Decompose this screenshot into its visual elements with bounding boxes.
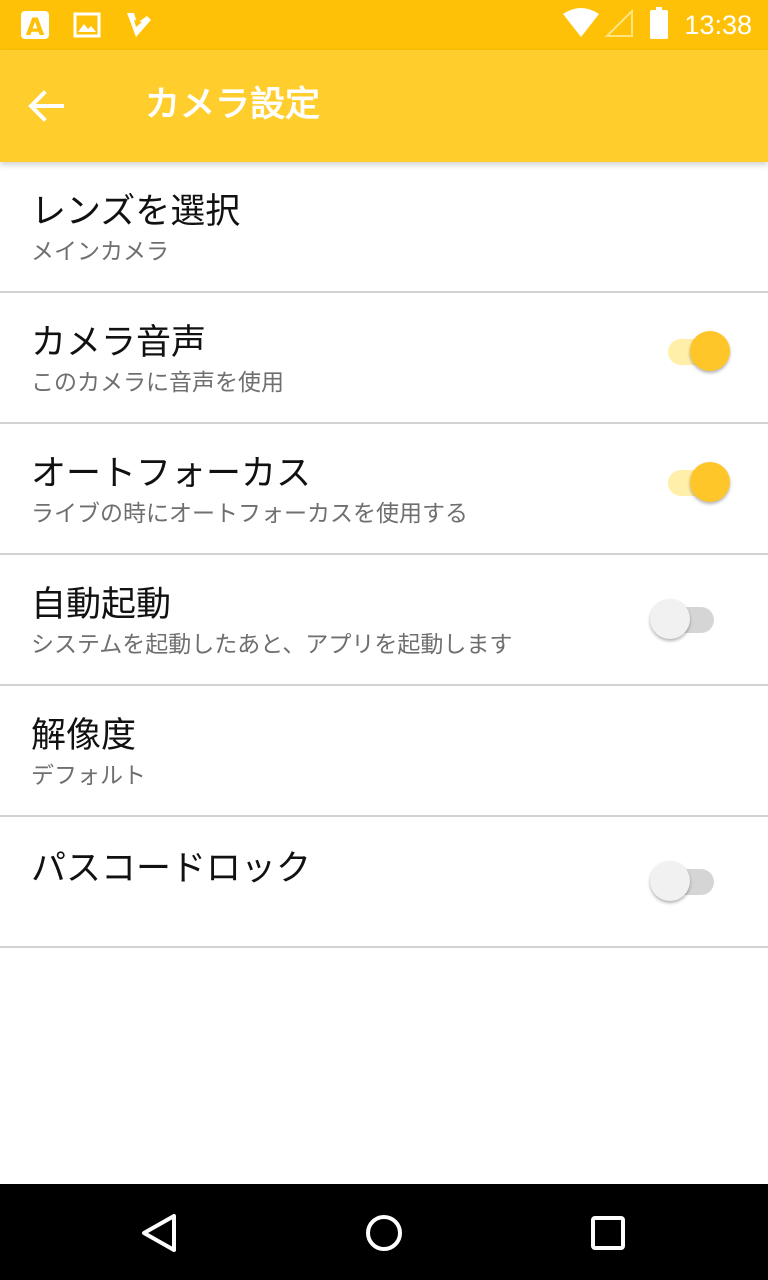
home-circle-icon — [366, 1215, 402, 1251]
svg-text:A: A — [26, 13, 45, 40]
image-icon — [72, 10, 102, 40]
setting-summary: このカメラに音声を使用 — [31, 370, 284, 396]
setting-summary: デフォルト — [31, 763, 146, 789]
switch-thumb — [650, 861, 690, 901]
app-bar: カメラ設定 — [0, 50, 768, 162]
autofocus-switch[interactable] — [660, 458, 730, 508]
camera-sound-switch[interactable] — [660, 327, 730, 377]
settings-list: レンズを選択 メインカメラ カメラ音声 このカメラに音声を使用 オートフォーカス… — [0, 162, 768, 948]
setting-title: 自動起動 — [31, 585, 172, 625]
switch-thumb — [650, 599, 690, 639]
wifi-icon — [562, 8, 600, 42]
auto-start-switch[interactable] — [650, 595, 720, 645]
navigation-bar — [0, 1184, 768, 1280]
switch-thumb — [690, 462, 730, 502]
setting-summary: ライブの時にオートフォーカスを使用する — [31, 501, 468, 527]
nav-home-button[interactable] — [359, 1208, 409, 1258]
setting-title: カメラ音声 — [31, 323, 207, 363]
passcode-lock-switch[interactable] — [650, 857, 720, 907]
setting-autofocus[interactable]: オートフォーカス ライブの時にオートフォーカスを使用する — [0, 424, 768, 555]
setting-title: オートフォーカス — [31, 454, 312, 494]
back-button[interactable] — [22, 82, 70, 130]
cell-signal-icon — [604, 8, 634, 42]
setting-summary: メインカメラ — [31, 239, 169, 265]
setting-passcode-lock[interactable]: パスコードロック — [0, 817, 768, 948]
font-app-icon: A — [20, 10, 50, 41]
setting-resolution[interactable]: 解像度 デフォルト — [0, 686, 768, 817]
status-time: 13:38 — [684, 9, 752, 40]
setting-title: レンズを選択 — [31, 192, 241, 232]
switch-thumb — [690, 331, 730, 371]
page-title: カメラ設定 — [145, 85, 321, 125]
setting-title: パスコードロック — [31, 849, 312, 889]
status-bar: A 13:38 — [0, 0, 768, 50]
nav-back-button[interactable] — [136, 1208, 186, 1258]
back-triangle-icon — [142, 1214, 176, 1252]
setting-camera-sound[interactable]: カメラ音声 このカメラに音声を使用 — [0, 293, 768, 424]
setting-title: 解像度 — [31, 716, 137, 756]
arrow-back-icon — [28, 90, 64, 122]
setting-auto-start[interactable]: 自動起動 システムを起動したあと、アプリを起動します — [0, 555, 768, 686]
setting-summary: システムを起動したあと、アプリを起動します — [31, 632, 513, 658]
nav-recents-button[interactable] — [583, 1208, 633, 1258]
recents-square-icon — [591, 1216, 625, 1250]
checkmark-app-icon — [124, 10, 154, 40]
battery-icon — [650, 7, 669, 43]
setting-lens-select[interactable]: レンズを選択 メインカメラ — [0, 162, 768, 293]
